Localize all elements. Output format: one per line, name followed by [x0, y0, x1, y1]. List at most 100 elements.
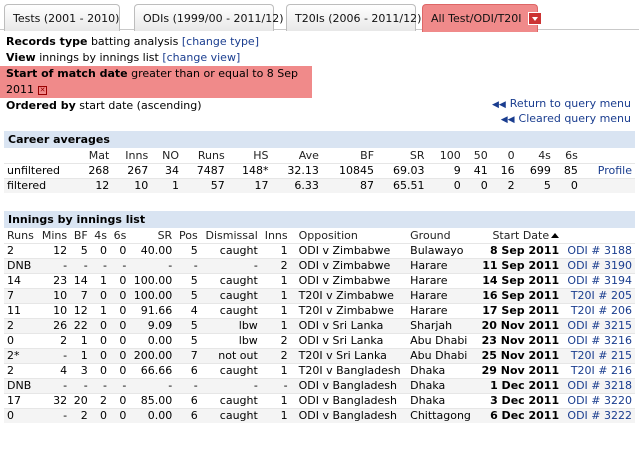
profile-link[interactable]: Profile: [598, 164, 632, 177]
innings-cell: 3: [70, 362, 91, 378]
innings-cell: ODI v Bangladesh: [290, 377, 408, 393]
col-header[interactable]: SR: [129, 228, 175, 243]
view-label: View: [6, 51, 36, 64]
innings-cell: 20 Nov 2011: [476, 317, 563, 333]
match-link[interactable]: ODI # 3222: [562, 407, 635, 423]
innings-cell: 7: [175, 347, 201, 363]
innings-cell: -: [129, 377, 176, 393]
innings-cell: 5: [175, 332, 201, 348]
col-header[interactable]: Ground: [407, 228, 476, 243]
cleared-query-link[interactable]: Cleared query menu: [519, 112, 631, 125]
date-filter: Start of match date greater than or equa…: [0, 66, 312, 98]
career-title: Career averages: [4, 131, 635, 148]
innings-cell: caught: [200, 302, 261, 318]
innings-cell: 0.00: [129, 332, 176, 348]
col-header: HS: [253, 148, 269, 162]
return-query-link[interactable]: Return to query menu: [510, 97, 631, 110]
match-link[interactable]: T20I # 215: [562, 347, 635, 363]
cell: 699: [517, 162, 554, 178]
innings-cell: 2: [4, 317, 38, 333]
innings-cell: 0: [90, 332, 111, 348]
sort-ascending-icon: [551, 233, 560, 239]
match-link[interactable]: T20I # 206: [562, 302, 635, 318]
cell: 7487: [182, 162, 228, 178]
col-header: [4, 148, 76, 163]
tab-all[interactable]: All Test/ODI/T20I: [422, 4, 542, 32]
match-link[interactable]: ODI # 3188: [562, 242, 635, 258]
innings-cell: 0: [90, 242, 111, 258]
innings-cell: 0: [4, 407, 38, 423]
innings-cell: 0: [90, 347, 111, 363]
innings-cell: 23 Nov 2011: [476, 332, 563, 348]
tab-label: ODIs (1999/00 - 2011/12): [143, 12, 284, 25]
col-header[interactable]: BF: [70, 228, 91, 243]
match-link[interactable]: ODI # 3215: [562, 317, 635, 333]
match-link[interactable]: ODI # 3218: [562, 377, 635, 393]
innings-cell: T20I v Zimbabwe: [290, 302, 408, 318]
innings-title: Innings by innings list: [4, 211, 635, 228]
innings-cell: 2: [260, 347, 291, 363]
start-date-header[interactable]: Start Date: [476, 228, 562, 243]
change-type-link[interactable]: [change type]: [182, 35, 259, 48]
innings-cell: 1: [260, 302, 291, 318]
innings-cell: -: [37, 407, 71, 423]
innings-cell: 23: [37, 272, 71, 288]
cell: 6.33: [271, 177, 322, 193]
innings-cell: 0: [110, 302, 130, 318]
innings-cell: 6: [175, 362, 201, 378]
cell: 2: [490, 177, 518, 193]
col-header[interactable]: Start Date: [492, 229, 549, 242]
match-link[interactable]: T20I # 205: [562, 287, 635, 303]
col-header[interactable]: Inns: [261, 228, 291, 243]
innings-cell: 1: [260, 362, 291, 378]
match-link[interactable]: ODI # 3220: [562, 392, 635, 408]
col-header: Mat: [88, 148, 110, 162]
match-link[interactable]: ODI # 3194: [562, 272, 635, 288]
tab-odis[interactable]: ODIs (1999/00 - 2011/12): [134, 4, 284, 31]
innings-cell: Harare: [407, 287, 476, 303]
innings-cell: lbw: [200, 317, 261, 333]
innings-cell: 4: [175, 302, 201, 318]
col-header[interactable]: Mins: [38, 228, 70, 243]
innings-cell: 14 Sep 2011: [476, 272, 563, 288]
change-view-link[interactable]: [change view]: [162, 51, 240, 64]
innings-cell: -: [175, 257, 201, 273]
innings-cell: Dhaka: [407, 392, 476, 408]
tab-t20is[interactable]: T20Is (2006 - 2011/12): [286, 4, 421, 31]
innings-cell: 2: [260, 332, 291, 348]
innings-cell: Harare: [407, 272, 476, 288]
innings-cell: 0: [110, 347, 130, 363]
col-header[interactable]: 6s: [110, 228, 129, 243]
innings-cell: 2: [90, 392, 111, 408]
innings-cell: ODI v Sri Lanka: [290, 317, 408, 333]
col-header[interactable]: Pos: [175, 228, 200, 243]
format-tabs: Tests (2001 - 2010) ODIs (1999/00 - 2011…: [0, 0, 639, 32]
innings-cell: 0: [90, 407, 111, 423]
ordered-label: Ordered by: [6, 99, 76, 112]
innings-cell: 0.00: [129, 407, 176, 423]
innings-row: 11 10 12 1 0 91.66 4 caught 1 T20I v Zimbabwe Hara…: [4, 302, 635, 318]
innings-cell: caught: [200, 392, 261, 408]
match-link[interactable]: ODI # 3216: [562, 332, 635, 348]
remove-filter-icon[interactable]: ✕: [38, 85, 47, 95]
tab-tests[interactable]: Tests (2001 - 2010): [4, 4, 120, 31]
col-header: 100: [439, 148, 461, 162]
col-header[interactable]: 4s: [91, 228, 110, 243]
cell: 41: [463, 162, 491, 178]
ordered-value: start date (ascending): [79, 99, 202, 112]
innings-cell: 0: [90, 317, 111, 333]
innings-cell: 2: [70, 407, 91, 423]
innings-cell: ODI v Sri Lanka: [290, 332, 408, 348]
col-header[interactable]: Runs: [4, 228, 38, 243]
match-link[interactable]: T20I # 216: [562, 362, 635, 378]
innings-cell: 1: [70, 332, 91, 348]
innings-cell: 1: [260, 272, 291, 288]
match-link[interactable]: ODI # 3190: [562, 257, 635, 273]
chevron-down-icon[interactable]: [527, 11, 542, 25]
col-header[interactable]: Opposition: [291, 228, 408, 243]
innings-cell: 2: [4, 242, 38, 258]
innings-cell: Sharjah: [407, 317, 476, 333]
innings-cell: 2: [4, 362, 38, 378]
innings-header-row: Runs Mins BF 4s 6s SR Pos Dismissal Inns…: [4, 228, 635, 243]
col-header[interactable]: Dismissal: [201, 228, 261, 243]
